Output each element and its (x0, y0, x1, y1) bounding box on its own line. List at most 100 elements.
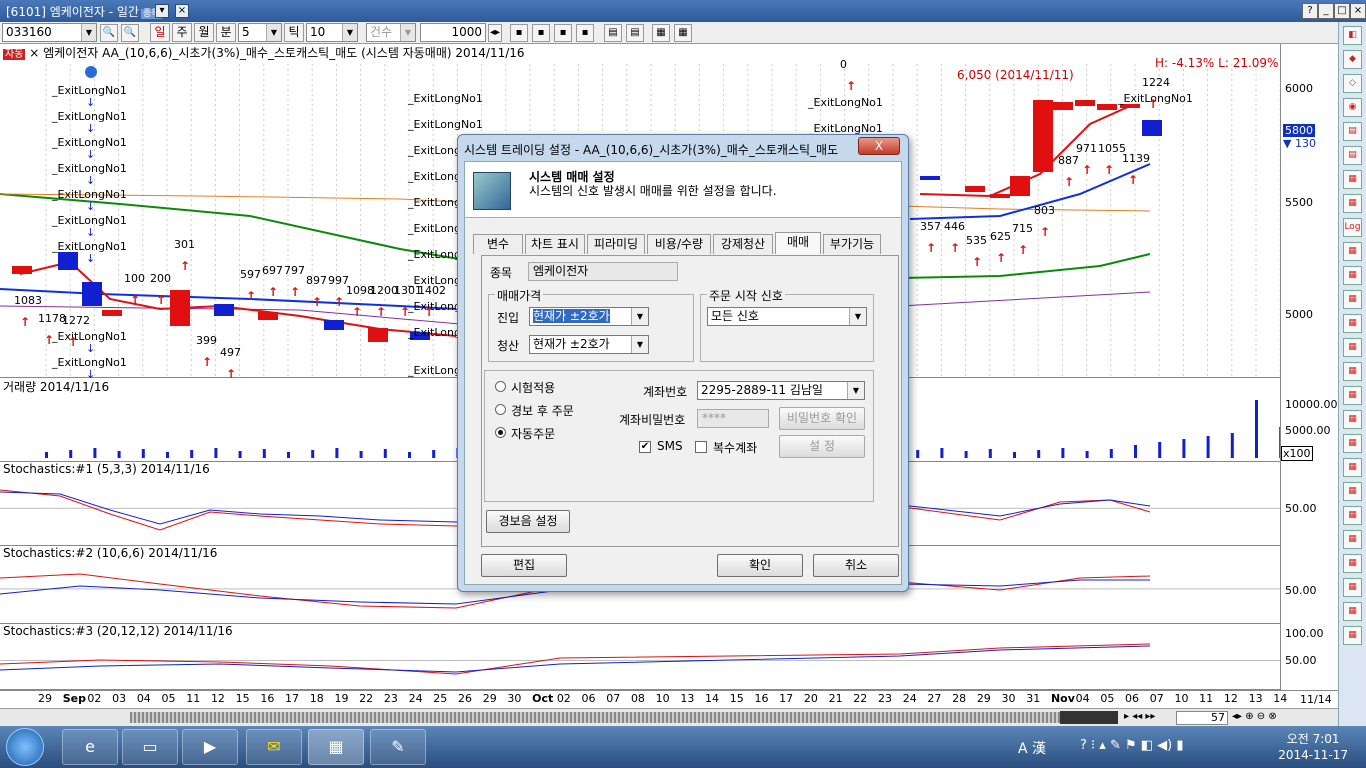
mode-auto-radio[interactable] (495, 427, 506, 438)
sidebar-tool-icon[interactable]: ▦ (1343, 362, 1362, 381)
sidebar-tool-icon[interactable]: Log (1343, 218, 1362, 237)
chart-scrollbar[interactable]: ▸ ◂◂ ▸▸ 57 ◂▸ ⊕ ⊖ ⊗ (0, 708, 1338, 726)
volume-unit-label: x100 (1281, 446, 1313, 461)
candle-bar (368, 328, 388, 342)
ime-indicator[interactable]: A 漢 (1018, 738, 1046, 758)
stoch3-panel[interactable]: Stochastics:#3 (20,12,12) 2014/11/16 (0, 624, 1280, 690)
exit-price-combo[interactable]: 현재가 ±2호가 ▼ (529, 335, 649, 354)
tab-chart-display[interactable]: 차트 표시 (525, 234, 585, 254)
title-menu-icon[interactable]: ▾ (155, 4, 169, 18)
close-button[interactable]: × (1350, 3, 1366, 19)
minute-combo[interactable]: 5 ▼ (238, 23, 282, 42)
explorer-icon[interactable]: ▭ (122, 729, 178, 765)
dialog-close-button[interactable]: X (858, 137, 900, 155)
scroll-nav-icons[interactable]: ▸ ◂◂ ▸▸ (1124, 711, 1155, 722)
search-red-icon[interactable]: 🔍 (121, 24, 139, 42)
media-player-icon[interactable]: ▶ (182, 729, 238, 765)
sidebar-tool-icon[interactable]: ▦ (1343, 530, 1362, 549)
sidebar-tool-icon[interactable]: ◉ (1343, 98, 1362, 117)
sidebar-tool-icon[interactable]: ▦ (1343, 410, 1362, 429)
sidebar-tool-icon[interactable]: ▦ (1343, 506, 1362, 525)
table-icon[interactable]: ▦ (652, 24, 670, 42)
settings-button[interactable]: 설 정 (779, 435, 865, 458)
mode-alert-radio[interactable] (495, 404, 506, 415)
print-icon[interactable]: ▤ (626, 24, 644, 42)
ie-icon[interactable]: e (62, 729, 118, 765)
tool-icon-2[interactable]: ▪ (532, 24, 550, 42)
sidebar-tool-icon[interactable]: ▦ (1343, 386, 1362, 405)
spin-icon[interactable]: ◂▸ (488, 24, 502, 42)
period-month-button[interactable]: 월 (194, 23, 214, 42)
paint-icon[interactable]: ✎ (370, 729, 426, 765)
sidebar-tool-icon[interactable]: ▦ (1343, 554, 1362, 573)
save-icon[interactable]: ▤ (604, 24, 622, 42)
order-mode-group: 시험적용 경보 후 주문 자동주문 계좌번호 2295-2889-11 김남일 ▼… (484, 370, 874, 502)
sidebar-tool-icon[interactable]: ▦ (1343, 242, 1362, 261)
start-signal-combo[interactable]: 모든 신호 ▼ (707, 307, 867, 326)
sidebar-tool-icon[interactable]: ▦ (1343, 266, 1362, 285)
sidebar-tool-icon[interactable]: ◇ (1343, 74, 1362, 93)
mode-test-radio[interactable] (495, 381, 506, 392)
sidebar-tool-icon[interactable]: ▦ (1343, 602, 1362, 621)
scroll-count-input[interactable]: 57 (1176, 711, 1228, 725)
count-input[interactable]: 1000 (420, 23, 486, 42)
period-day-button[interactable]: 일 (150, 23, 170, 42)
clock[interactable]: 오전 7:01 2014-11-17 (1278, 731, 1348, 763)
tool-icon-1[interactable]: ▪ (510, 24, 528, 42)
sidebar-tool-icon[interactable]: ▦ (1343, 626, 1362, 645)
sidebar-tool-icon[interactable]: ▦ (1343, 194, 1362, 213)
tab-force-liquidation[interactable]: 강제청산 (713, 234, 773, 254)
date-tick-label: 16 (260, 692, 275, 705)
tick-combo[interactable]: 10 ▼ (306, 23, 358, 42)
password-check-button[interactable]: 비밀번호 확인 (779, 407, 865, 430)
grid-icon[interactable]: ▦ (674, 24, 692, 42)
maximize-button[interactable]: □ (1334, 3, 1350, 19)
tool-icon-4[interactable]: ▪ (576, 24, 594, 42)
multi-account-checkbox[interactable] (695, 441, 707, 453)
password-field[interactable]: **** (697, 409, 769, 428)
sidebar-tool-icon[interactable]: ▦ (1343, 338, 1362, 357)
tool-icon-3[interactable]: ▪ (554, 24, 572, 42)
ok-button[interactable]: 확인 (717, 554, 803, 577)
period-week-button[interactable]: 주 (172, 23, 192, 42)
sidebar-tool-icon[interactable]: ▦ (1343, 290, 1362, 309)
sidebar-tool-icon[interactable]: ▦ (1343, 314, 1362, 333)
start-button[interactable] (6, 728, 44, 766)
minimize-button[interactable]: _ (1318, 3, 1334, 19)
sidebar-tool-icon[interactable]: ▦ (1343, 170, 1362, 189)
tray-icons[interactable]: ? ⁝ ▴ ✎ ⚑ ◧ ◀) ▮ (1080, 738, 1184, 753)
signal-s-icon (85, 66, 97, 78)
kakaotalk-icon[interactable]: ✉ (246, 729, 302, 765)
alarm-sound-button[interactable]: 경보음 설정 (486, 510, 570, 533)
tab-variables[interactable]: 변수 (473, 234, 523, 254)
help-button[interactable]: ? (1302, 3, 1318, 19)
cancel-button[interactable]: 취소 (813, 554, 899, 577)
account-combo[interactable]: 2295-2889-11 김남일 ▼ (697, 381, 865, 400)
sidebar-tool-icon[interactable]: ▤ (1343, 122, 1362, 141)
sidebar-tool-icon[interactable]: ▦ (1343, 482, 1362, 501)
sidebar-tool-icon[interactable]: ▦ (1343, 578, 1362, 597)
price-group-title: 매매가격 (495, 287, 544, 304)
sidebar-tool-icon[interactable]: ◧ (1343, 26, 1362, 45)
sms-checkbox[interactable]: ✔ (639, 441, 651, 453)
tab-extra-features[interactable]: 부가기능 (823, 234, 881, 254)
sidebar-tool-icon[interactable]: ◆ (1343, 50, 1362, 69)
search-icon[interactable]: 🔍 (100, 24, 118, 42)
edit-button[interactable]: 편집 (481, 554, 567, 577)
tab-cost-quantity[interactable]: 비용/수량 (647, 234, 711, 254)
tab-trading[interactable]: 매매 (775, 232, 821, 254)
trading-app-icon[interactable]: ▦ (308, 729, 364, 765)
volume-bar (359, 451, 363, 458)
tab-pyramiding[interactable]: 피라미딩 (587, 234, 645, 254)
sidebar-tool-icon[interactable]: ▤ (1343, 146, 1362, 165)
stock-code-combo[interactable]: 033160 ▼ (2, 23, 97, 42)
tick-button[interactable]: 틱 (284, 23, 304, 42)
sidebar-tool-icon[interactable]: ▦ (1343, 458, 1362, 477)
count-combo[interactable]: 건수 ▼ (366, 23, 416, 42)
zoom-icons[interactable]: ◂▸ ⊕ ⊖ ⊗ (1232, 711, 1277, 722)
title-close-icon[interactable]: × (175, 4, 189, 18)
entry-price-combo[interactable]: 현재가 ±2호가 ▼ (529, 307, 649, 326)
scroll-thumb[interactable] (1060, 711, 1118, 724)
period-minute-button[interactable]: 분 (216, 23, 236, 42)
sidebar-tool-icon[interactable]: ▦ (1343, 434, 1362, 453)
